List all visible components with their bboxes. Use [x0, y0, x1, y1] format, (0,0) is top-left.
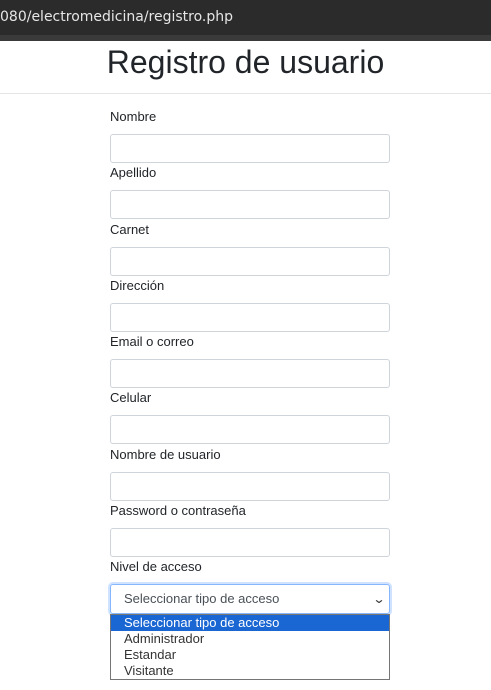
option-estandar[interactable]: Estandar: [111, 647, 389, 663]
field-label: Celular: [110, 390, 152, 406]
field-label: Nombre: [110, 109, 157, 124]
field-carnet: Carnet: [110, 221, 390, 277]
field-label: Nombre de usuario: [110, 446, 221, 462]
chevron-down-icon: ⌄: [372, 592, 386, 606]
field-label: Apellido: [110, 165, 157, 181]
field-label: Password o contraseña: [110, 502, 246, 518]
option-administrador[interactable]: Administrador: [111, 631, 389, 647]
address-bar[interactable]: 080/electromedicina/registro.php: [0, 0, 491, 41]
field-email: Email o correo: [110, 333, 390, 389]
usuario-input[interactable]: [110, 471, 390, 501]
access-level-dropdown: Seleccionar tipo de acceso Administrador…: [110, 614, 390, 680]
option-visitante[interactable]: Visitante: [111, 663, 389, 679]
field-direccion: Dirección: [110, 277, 390, 333]
field-label: Dirección: [110, 277, 165, 293]
field-usuario: Nombre de usuario: [110, 446, 390, 502]
option-seleccionar[interactable]: Seleccionar tipo de acceso: [111, 615, 389, 631]
registration-form: Nombre Apellido Carnet Dirección Email o…: [110, 108, 390, 614]
field-label: Nivel de acceso: [110, 559, 202, 574]
email-input[interactable]: [110, 359, 390, 388]
direccion-input[interactable]: [110, 302, 390, 332]
field-label: Email o correo: [110, 334, 194, 349]
field-apellido: Apellido: [110, 164, 390, 220]
select-value: Seleccionar tipo de acceso: [124, 591, 280, 606]
nombre-input[interactable]: [110, 134, 390, 163]
celular-input[interactable]: [110, 415, 390, 445]
access-level-select[interactable]: Seleccionar tipo de acceso ⌄: [110, 584, 390, 614]
field-nivel-acceso: Nivel de acceso Seleccionar tipo de acce…: [110, 558, 390, 614]
page-title: Registro de usuario: [106, 44, 385, 80]
carnet-input[interactable]: [110, 246, 390, 276]
apellido-input[interactable]: [110, 190, 390, 220]
divider: [0, 93, 491, 94]
field-password: Password o contraseña: [110, 502, 390, 558]
field-celular: Celular: [110, 389, 390, 445]
field-label: Carnet: [110, 221, 150, 237]
field-nombre: Nombre: [110, 108, 390, 164]
password-input[interactable]: [110, 527, 390, 557]
url-text[interactable]: 080/electromedicina/registro.php: [0, 9, 233, 25]
